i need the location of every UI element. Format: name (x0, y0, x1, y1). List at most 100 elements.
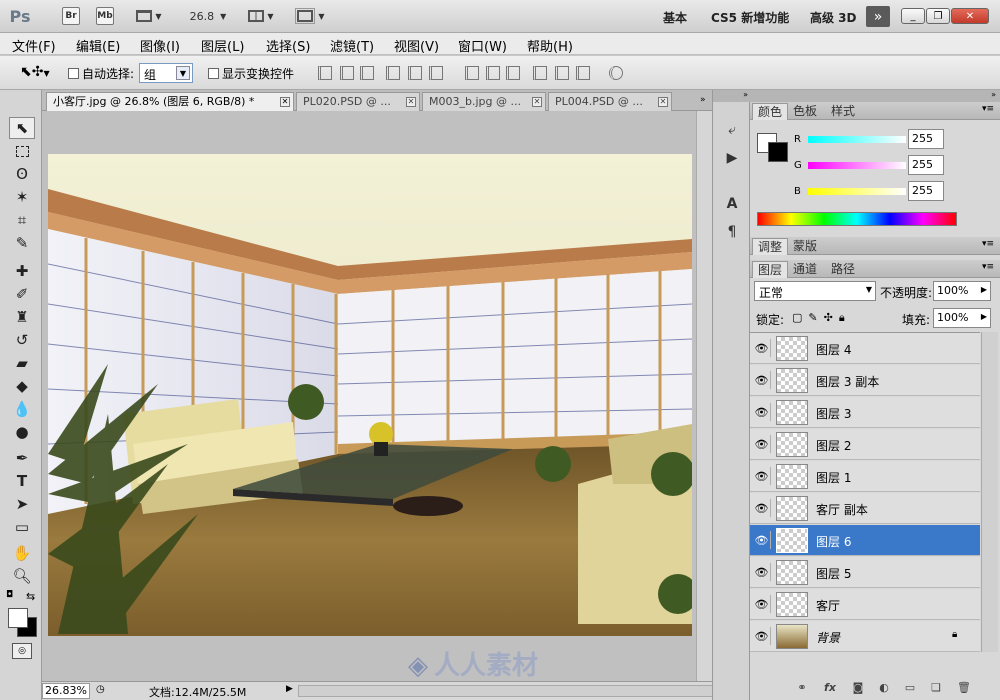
fill-field[interactable]: 100% ▶ (933, 308, 991, 328)
menu-window[interactable]: 窗口(W) (458, 36, 507, 55)
distribute-bottom-icon[interactable] (506, 66, 520, 80)
close-button[interactable]: ✕ (951, 8, 989, 24)
eyedropper-tool-icon[interactable]: ✎ (9, 232, 35, 254)
layer-style-fx-icon[interactable]: fx (822, 680, 838, 694)
distribute-horizontal-center-icon[interactable] (555, 66, 569, 80)
tab-swatches[interactable]: 色板 (788, 103, 822, 120)
history-brush-tool-icon[interactable]: ↺ (9, 329, 35, 351)
eye-icon[interactable]: 👁︎ (753, 403, 771, 421)
path-selection-tool-icon[interactable]: ➤ (9, 493, 35, 515)
b-value-field[interactable]: 255 (908, 181, 944, 201)
pen-tool-icon[interactable]: ✒ (9, 447, 35, 469)
align-horizontal-center-icon[interactable] (408, 66, 422, 80)
status-menu-arrow-icon[interactable]: ▶ (286, 684, 293, 694)
tab-document-m003b[interactable]: M003_b.jpg @ ... ✕ (422, 92, 546, 111)
panel-menu-icon[interactable]: ▾≡ (982, 239, 994, 249)
eye-icon[interactable]: 👁︎ (753, 563, 771, 581)
tab-adjustments[interactable]: 调整 (752, 238, 789, 255)
menu-layer[interactable]: 图层(L) (201, 36, 244, 55)
panel-menu-icon[interactable]: ▾≡ (982, 262, 994, 272)
menu-view[interactable]: 视图(V) (394, 36, 439, 55)
opacity-field[interactable]: 100% ▶ (933, 281, 991, 301)
status-info-icon[interactable]: ◷ (96, 684, 105, 695)
close-icon[interactable]: ✕ (532, 97, 542, 107)
close-icon[interactable]: ✕ (406, 97, 416, 107)
layer-row[interactable]: 👁︎ 图层 2 (750, 429, 980, 460)
layer-row[interactable]: 👁︎ 图层 1 (750, 461, 980, 492)
blend-mode-dropdown[interactable]: 正常 ▼ (754, 281, 876, 301)
quick-mask-icon[interactable]: ◎ (12, 643, 32, 659)
align-left-icon[interactable] (386, 66, 400, 80)
bridge-button[interactable]: Br (62, 7, 80, 25)
r-value-field[interactable]: 255 (908, 129, 944, 149)
swap-colors-icon[interactable]: ⇆ (26, 590, 35, 603)
tab-color[interactable]: 颜色 (752, 103, 789, 120)
align-right-icon[interactable] (429, 66, 443, 80)
workspace-cs5-new-features[interactable]: CS5 新增功能 (711, 9, 789, 26)
auto-select-dropdown[interactable]: 组 ▼ (139, 63, 193, 83)
menu-help[interactable]: 帮助(H) (527, 36, 573, 55)
layer-row[interactable]: 👁︎ 客厅 (750, 589, 980, 620)
menu-edit[interactable]: 编辑(E) (76, 36, 120, 55)
lock-image-icon[interactable]: ✎ (808, 311, 823, 324)
menu-file[interactable]: 文件(F) (12, 36, 56, 55)
paint-bucket-tool-icon[interactable]: ◆ (9, 375, 35, 397)
move-tool-preset-picker[interactable]: ⬉✣▼ (20, 64, 50, 80)
eye-icon[interactable]: 👁︎ (753, 339, 771, 357)
align-vertical-center-icon[interactable] (340, 66, 354, 80)
tab-masks[interactable]: 蒙版 (788, 238, 822, 255)
paragraph-panel-icon[interactable]: ¶ (722, 222, 742, 242)
dock-collapse-icon[interactable]: » (750, 90, 1000, 102)
panel-menu-icon[interactable]: ▾≡ (982, 104, 994, 114)
g-slider[interactable] (808, 162, 906, 169)
workspace-advanced-3d[interactable]: 高级 3D (810, 9, 857, 26)
eye-icon[interactable]: 👁︎ (753, 627, 771, 645)
clone-stamp-tool-icon[interactable]: ♜ (9, 306, 35, 328)
g-value-field[interactable]: 255 (908, 155, 944, 175)
brush-tool-icon[interactable]: ✐ (9, 283, 35, 305)
eye-icon[interactable]: 👁︎ (753, 435, 771, 453)
distribute-left-icon[interactable] (533, 66, 547, 80)
arrange-documents-button[interactable]: ▼ (244, 7, 278, 25)
mini-bridge-button[interactable]: Mb (96, 7, 114, 25)
tab-document-pl020[interactable]: PL020.PSD @ ... ✕ (296, 92, 420, 111)
lock-position-icon[interactable]: ✣ (824, 311, 839, 324)
history-panel-icon[interactable]: ⤶ (722, 120, 742, 140)
b-slider[interactable] (808, 188, 906, 195)
auto-select-checkbox[interactable]: 自动选择: (68, 65, 134, 82)
tab-document-pl004[interactable]: PL004.PSD @ ... ✕ (548, 92, 672, 111)
zoom-tool-icon[interactable]: 🔍︎ (9, 565, 35, 587)
document-canvas-image[interactable] (48, 154, 692, 636)
layer-row[interactable]: 👁︎ 图层 3 副本 (750, 365, 980, 396)
lock-transparency-icon[interactable]: ▢ (792, 311, 808, 324)
character-panel-icon[interactable]: A (722, 194, 742, 214)
layer-row[interactable]: 👁︎ 图层 3 (750, 397, 980, 428)
workspace-essentials[interactable]: 基本 (663, 9, 687, 26)
lock-all-icon[interactable]: 🔒︎ (839, 311, 851, 324)
view-extras-button[interactable]: ▼ (132, 7, 166, 25)
foreground-color-swatch[interactable] (8, 608, 28, 628)
crop-tool-icon[interactable]: ⌗ (9, 209, 35, 231)
eye-icon[interactable]: 👁︎ (753, 371, 771, 389)
double-chevron-right-icon[interactable]: » (866, 6, 890, 27)
vertical-scrollbar[interactable] (696, 111, 712, 681)
dock-collapse-icon[interactable]: » (713, 90, 750, 102)
tab-layers[interactable]: 图层 (752, 261, 789, 278)
type-tool-icon[interactable]: T (9, 470, 35, 492)
eye-icon[interactable]: 👁︎ (753, 499, 771, 517)
eye-icon[interactable]: 👁︎ (753, 531, 771, 549)
eye-icon[interactable]: 👁︎ (753, 467, 771, 485)
eye-icon[interactable]: 👁︎ (753, 595, 771, 613)
show-transform-controls-checkbox[interactable]: 显示变换控件 (208, 65, 294, 82)
layer-row[interactable]: 👁︎ 图层 4 (750, 333, 980, 364)
eraser-tool-icon[interactable]: ▰ (9, 352, 35, 374)
align-bottom-icon[interactable] (360, 66, 374, 80)
link-layers-icon[interactable]: ⚭ (794, 680, 810, 694)
menu-image[interactable]: 图像(I) (140, 36, 180, 55)
close-icon[interactable]: ✕ (280, 97, 290, 107)
close-icon[interactable]: ✕ (658, 97, 668, 107)
tabs-overflow-icon[interactable]: » (700, 95, 706, 105)
dodge-tool-icon[interactable]: ● (9, 421, 35, 443)
zoom-field[interactable]: 26.83% (42, 683, 90, 699)
add-mask-icon[interactable]: ◙ (850, 680, 866, 694)
